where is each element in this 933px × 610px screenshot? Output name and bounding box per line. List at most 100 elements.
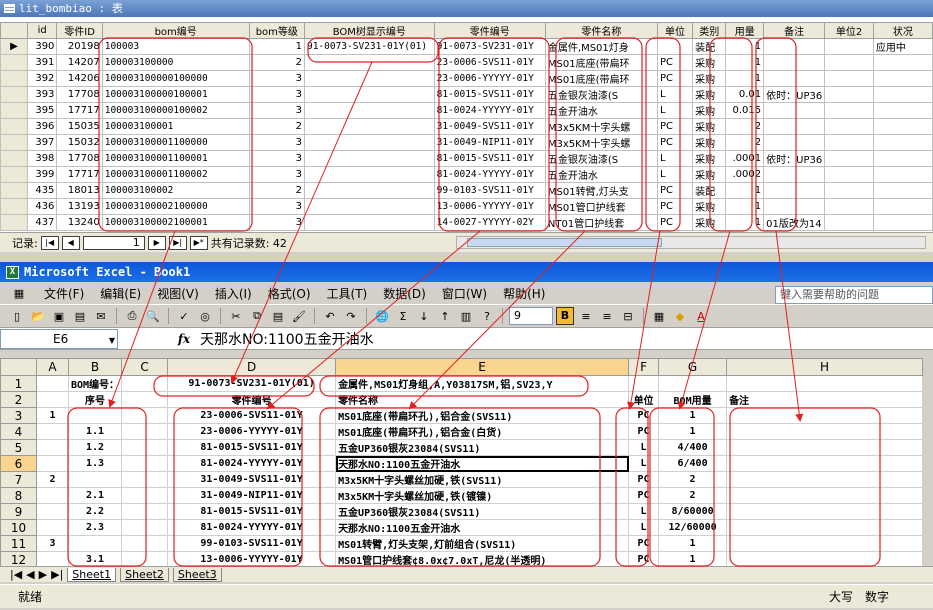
cell-level[interactable]: 1: [248, 38, 305, 55]
cell-status[interactable]: [872, 214, 933, 231]
cell-h6[interactable]: [726, 455, 924, 472]
cell-id[interactable]: 397: [26, 134, 58, 151]
cell-h9[interactable]: [726, 503, 924, 520]
cell-note[interactable]: [763, 182, 826, 199]
table-row[interactable]: ▶ 390 20198 100003 1 91-0073-SV231-01Y(01) 91-…: [0, 38, 933, 55]
cell-unit2[interactable]: [824, 166, 874, 183]
sort-descending-icon[interactable]: ↑: [436, 307, 454, 325]
cell-name[interactable]: 五金开油水: [544, 166, 658, 183]
cell-g1[interactable]: [658, 375, 728, 392]
cell-name[interactable]: MS01管口护线套: [544, 198, 658, 215]
cell-c7[interactable]: [121, 471, 169, 488]
cell-tree[interactable]: [303, 134, 435, 151]
column-header-c[interactable]: C: [121, 358, 169, 376]
cell-name[interactable]: M3x5KM十字头螺: [544, 118, 658, 135]
cell-g9[interactable]: 8/60000: [658, 503, 728, 520]
cell-tree[interactable]: [303, 102, 435, 119]
cell-a11[interactable]: 3: [36, 535, 69, 552]
menu-item[interactable]: 视图(V): [157, 285, 199, 302]
cell-g5[interactable]: 4/400: [658, 439, 728, 456]
row-selector[interactable]: [0, 150, 28, 167]
cell-cat[interactable]: 采购: [692, 86, 727, 103]
cell-level[interactable]: 2: [248, 182, 305, 199]
table-row[interactable]: 392 14206 100003100000100000 3 23-0006-YYYYY…: [0, 70, 933, 87]
tab-sheet1[interactable]: Sheet1: [67, 567, 117, 582]
prev-record-button[interactable]: ◀: [61, 235, 80, 250]
permission-icon[interactable]: ▤: [71, 307, 89, 325]
cell-cat[interactable]: 采购: [692, 54, 727, 71]
row-selector[interactable]: [0, 214, 28, 231]
row-header[interactable]: 2: [0, 391, 37, 408]
table-row[interactable]: 397 15032 100003100001100000 3 31-0049-NIP11…: [0, 134, 933, 151]
cell-id[interactable]: 391: [26, 54, 58, 71]
cell-c4[interactable]: [121, 423, 169, 440]
current-record-icon[interactable]: ▶: [0, 38, 28, 55]
autosum-icon[interactable]: Σ: [394, 307, 412, 325]
cell-bom[interactable]: 100003100000100000: [101, 70, 250, 87]
table-row[interactable]: 436 13193 100003100002100000 3 13-0006-YYYYY…: [0, 198, 933, 215]
cell-cat[interactable]: 采购: [692, 150, 727, 167]
cell-d9[interactable]: 81-0015-SVS11-01Y: [167, 503, 337, 520]
cell-bom[interactable]: 100003100002100000: [101, 198, 250, 215]
cell-level[interactable]: 2: [248, 54, 305, 71]
cell-unit[interactable]: PC: [656, 198, 694, 215]
cell-status[interactable]: [872, 134, 933, 151]
cell-a3[interactable]: 1: [36, 407, 69, 424]
column-header[interactable]: 用量: [725, 22, 765, 39]
cell-bom[interactable]: 100003100000100001: [101, 86, 250, 103]
cell-c11[interactable]: [121, 535, 169, 552]
cell-name[interactable]: 金属件,MS01灯身: [544, 38, 658, 55]
new-record-button[interactable]: ▶*: [189, 235, 208, 250]
cell-d5[interactable]: 81-0015-SVS11-01Y: [167, 439, 337, 456]
cell-cat[interactable]: 采购: [692, 134, 727, 151]
cell-pid[interactable]: 15032: [56, 134, 103, 151]
row-header[interactable]: 1: [0, 375, 37, 392]
select-all-corner[interactable]: [0, 358, 37, 376]
cell-note[interactable]: [763, 166, 826, 183]
cell-unit[interactable]: L: [656, 150, 694, 167]
cell-unit2[interactable]: [824, 38, 874, 55]
cell-a6[interactable]: [36, 455, 69, 472]
cell-a9[interactable]: [36, 503, 69, 520]
cell-unit[interactable]: L: [656, 166, 694, 183]
row-header[interactable]: 8: [0, 487, 37, 504]
cell-d2[interactable]: 零件编号: [167, 391, 337, 408]
cell-h4[interactable]: [726, 423, 924, 440]
cell-e10[interactable]: 天那水NO:1100五金开油水: [335, 519, 630, 536]
cell-b9[interactable]: 2.2: [67, 503, 123, 520]
cell-unit2[interactable]: [824, 134, 874, 151]
cell-f9[interactable]: L: [628, 503, 660, 520]
cell-unit[interactable]: PC: [656, 134, 694, 151]
cell-b11[interactable]: [67, 535, 123, 552]
borders-icon[interactable]: ▦: [650, 307, 668, 325]
cell-c2[interactable]: [121, 391, 169, 408]
cell-note[interactable]: [763, 118, 826, 135]
cell-c9[interactable]: [121, 503, 169, 520]
cell-pid[interactable]: 17717: [56, 166, 103, 183]
cell-b7[interactable]: [67, 471, 123, 488]
cell-unit2[interactable]: [824, 198, 874, 215]
row-header[interactable]: 4: [0, 423, 37, 440]
cell-e6[interactable]: 天那水NO:1100五金开油水: [335, 455, 630, 472]
cell-h7[interactable]: [726, 471, 924, 488]
cell-a2[interactable]: [36, 391, 69, 408]
cell-b1[interactable]: BOM编号：: [67, 375, 123, 392]
cell-status[interactable]: [872, 150, 933, 167]
spelling-icon[interactable]: ✓: [175, 307, 193, 325]
cell-b3[interactable]: [67, 407, 123, 424]
cell-d1[interactable]: 91-0073-SV231-01Y(01): [167, 375, 337, 392]
row-selector[interactable]: [0, 118, 28, 135]
cell-tree[interactable]: [303, 166, 435, 183]
cell-g6[interactable]: 6/400: [658, 455, 728, 472]
cell-unit2[interactable]: [824, 102, 874, 119]
cell-unit2[interactable]: [824, 214, 874, 231]
row-selector[interactable]: [0, 198, 28, 215]
cell-e11[interactable]: MS01转臂,灯头支架,灯前组合(SVS11): [335, 535, 630, 552]
cell-part[interactable]: 23-0006-YYYYY-01Y: [433, 70, 546, 87]
cell-tree[interactable]: [303, 198, 435, 215]
first-record-button[interactable]: |◀: [40, 235, 59, 250]
cell-part[interactable]: 81-0015-SVS11-01Y: [433, 150, 546, 167]
cell-pid[interactable]: 17708: [56, 150, 103, 167]
cell-cat[interactable]: 装配: [692, 182, 727, 199]
cell-status[interactable]: [872, 118, 933, 135]
